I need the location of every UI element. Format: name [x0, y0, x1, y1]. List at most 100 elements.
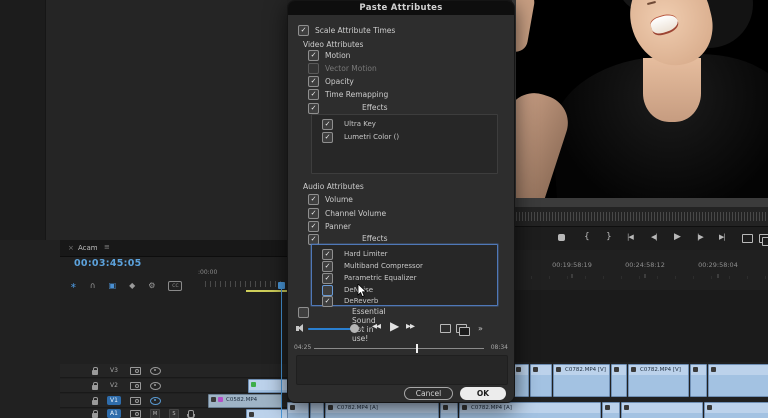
video-effects-checkbox[interactable]: ✓ — [308, 102, 319, 114]
eye-icon[interactable] — [150, 396, 161, 405]
play-button[interactable]: ▶ — [390, 319, 399, 333]
export-frame-icon[interactable] — [742, 234, 753, 243]
solo-button[interactable]: S — [169, 408, 179, 418]
more-controls-chevron-icon[interactable]: » — [478, 324, 483, 333]
multi-monitor-icon[interactable] — [456, 324, 470, 336]
step-forward-button[interactable]: |▶ — [697, 234, 704, 241]
rewind-button[interactable]: ◀◀ — [372, 322, 381, 330]
timeline-ruler[interactable]: 00:19:58:19 00:24:58:12 00:29:58:04 — [513, 250, 768, 290]
comparison-view-icon[interactable] — [759, 234, 768, 246]
denoise-checkbox[interactable] — [322, 284, 333, 296]
panel-menu-icon[interactable]: ≡ — [104, 243, 110, 251]
volume-slider-thumb[interactable] — [350, 324, 359, 333]
ultra-key-row: ✓ Ultra Key — [322, 118, 376, 130]
captions-cc-icon[interactable]: CC — [168, 281, 183, 291]
camera-icon[interactable] — [130, 409, 141, 418]
lumetri-color-checkbox[interactable]: ✓ — [322, 131, 333, 143]
go-to-out-button[interactable]: ▶| — [719, 234, 726, 241]
audio-clip[interactable] — [310, 402, 324, 418]
vector-motion-checkbox[interactable] — [308, 62, 319, 74]
ultra-key-checkbox[interactable]: ✓ — [322, 118, 333, 130]
player-progress-bar[interactable] — [314, 348, 484, 349]
multiband-compressor-row: ✓ Multiband Compressor — [322, 260, 423, 272]
step-back-button[interactable]: ◀| — [651, 234, 658, 241]
mark-out-button[interactable]: } — [606, 233, 612, 242]
play-button[interactable]: ▶ — [674, 233, 681, 242]
audio-clip[interactable]: C0782.MP4 [A] — [459, 402, 601, 418]
lock-icon[interactable] — [92, 381, 98, 390]
audio-effects-checkbox[interactable]: ✓ — [308, 233, 319, 245]
video-clip[interactable] — [708, 364, 768, 397]
speaker-icon[interactable] — [296, 324, 303, 332]
eye-icon[interactable] — [150, 366, 161, 375]
playhead-line[interactable] — [281, 283, 282, 418]
dialog-player-bar: ◀◀ ▶ ▶▶ » — [288, 319, 514, 341]
close-icon[interactable]: × — [68, 244, 74, 252]
eye-icon[interactable] — [150, 381, 161, 390]
ok-button[interactable]: OK — [460, 387, 506, 400]
timeline-settings-wrench-icon[interactable]: ⚙ — [148, 282, 155, 290]
video-clip[interactable]: C0782.MP4 [V] — [553, 364, 610, 397]
lock-icon[interactable] — [92, 409, 98, 418]
scale-attribute-times-checkbox[interactable]: ✓ — [298, 24, 309, 36]
camera-icon[interactable] — [130, 381, 141, 390]
linked-selection-icon[interactable]: ▣ — [109, 282, 117, 290]
hard-limiter-checkbox[interactable]: ✓ — [322, 248, 333, 260]
track-name-v2[interactable]: V2 — [107, 382, 121, 389]
nest-sequence-icon[interactable]: ∗ — [70, 282, 77, 290]
time-remapping-checkbox[interactable]: ✓ — [308, 88, 319, 100]
video-clip[interactable] — [611, 364, 627, 397]
timeline-ruler-ticks[interactable] — [205, 281, 285, 287]
camera-icon[interactable] — [130, 366, 141, 375]
dereverb-checkbox[interactable]: ✓ — [322, 295, 333, 307]
audio-clip[interactable]: C0782.MP4 [A] — [325, 402, 439, 418]
cancel-button[interactable]: Cancel — [404, 387, 453, 400]
timeline-timecode[interactable]: 00:03:45:05 — [74, 258, 142, 269]
lock-icon[interactable] — [92, 366, 98, 375]
mark-in-button[interactable]: { — [584, 233, 590, 242]
lock-icon[interactable] — [92, 396, 98, 405]
clip-v1[interactable]: C0582.MP4 — [208, 394, 282, 408]
audio-clip[interactable] — [440, 402, 458, 418]
video-clip[interactable] — [513, 364, 529, 397]
motion-checkbox[interactable]: ✓ — [308, 49, 319, 61]
volume-checkbox[interactable]: ✓ — [308, 193, 319, 205]
go-to-in-button[interactable]: |◀ — [627, 234, 634, 241]
audio-clip[interactable] — [621, 402, 703, 418]
essential-sound-checkbox[interactable] — [298, 306, 309, 318]
player-progress-thumb[interactable] — [416, 344, 418, 353]
multiband-compressor-checkbox[interactable]: ✓ — [322, 260, 333, 272]
mic-icon[interactable] — [187, 409, 195, 418]
track-name-a1[interactable]: A1 — [107, 409, 121, 418]
parametric-equalizer-label: Parametric Equalizer — [344, 274, 417, 282]
video-clip[interactable]: C0782.MP4 [V] — [628, 364, 689, 397]
loop-monitor-icon[interactable] — [440, 324, 451, 333]
add-marker-button[interactable] — [558, 234, 565, 241]
clip-a1[interactable] — [246, 409, 289, 418]
video-clip[interactable] — [690, 364, 707, 397]
video-clip[interactable] — [530, 364, 552, 397]
snap-magnet-icon[interactable]: ∩ — [90, 282, 96, 290]
mute-button[interactable]: M — [150, 408, 160, 418]
channel-volume-checkbox[interactable]: ✓ — [308, 207, 319, 219]
audio-clip[interactable] — [704, 402, 768, 418]
timeline-tab-acam[interactable]: Acam — [78, 244, 98, 252]
clip-v2[interactable] — [248, 379, 289, 393]
fast-forward-button[interactable]: ▶▶ — [406, 322, 415, 330]
panner-checkbox[interactable]: ✓ — [308, 220, 319, 232]
clip-label: C0582.MP4 — [226, 397, 258, 403]
track-name-v1[interactable]: V1 — [107, 396, 121, 405]
camera-icon[interactable] — [130, 396, 141, 405]
opacity-checkbox[interactable]: ✓ — [308, 75, 319, 87]
audio-clip[interactable] — [287, 402, 309, 418]
panner-row: ✓ Panner — [308, 220, 351, 232]
audio-clip[interactable] — [602, 402, 620, 418]
dialog-title[interactable]: Paste Attributes — [288, 1, 514, 15]
track-name-v3[interactable]: V3 — [107, 367, 121, 374]
video-attributes-heading: Video Attributes — [303, 40, 364, 49]
add-marker-icon[interactable]: ◆ — [129, 282, 135, 290]
clip-label: C0782.MP4 [V] — [565, 366, 606, 373]
monitor-scrub-bar[interactable] — [515, 197, 768, 207]
parametric-equalizer-checkbox[interactable]: ✓ — [322, 272, 333, 284]
woman-hand — [515, 0, 537, 54]
